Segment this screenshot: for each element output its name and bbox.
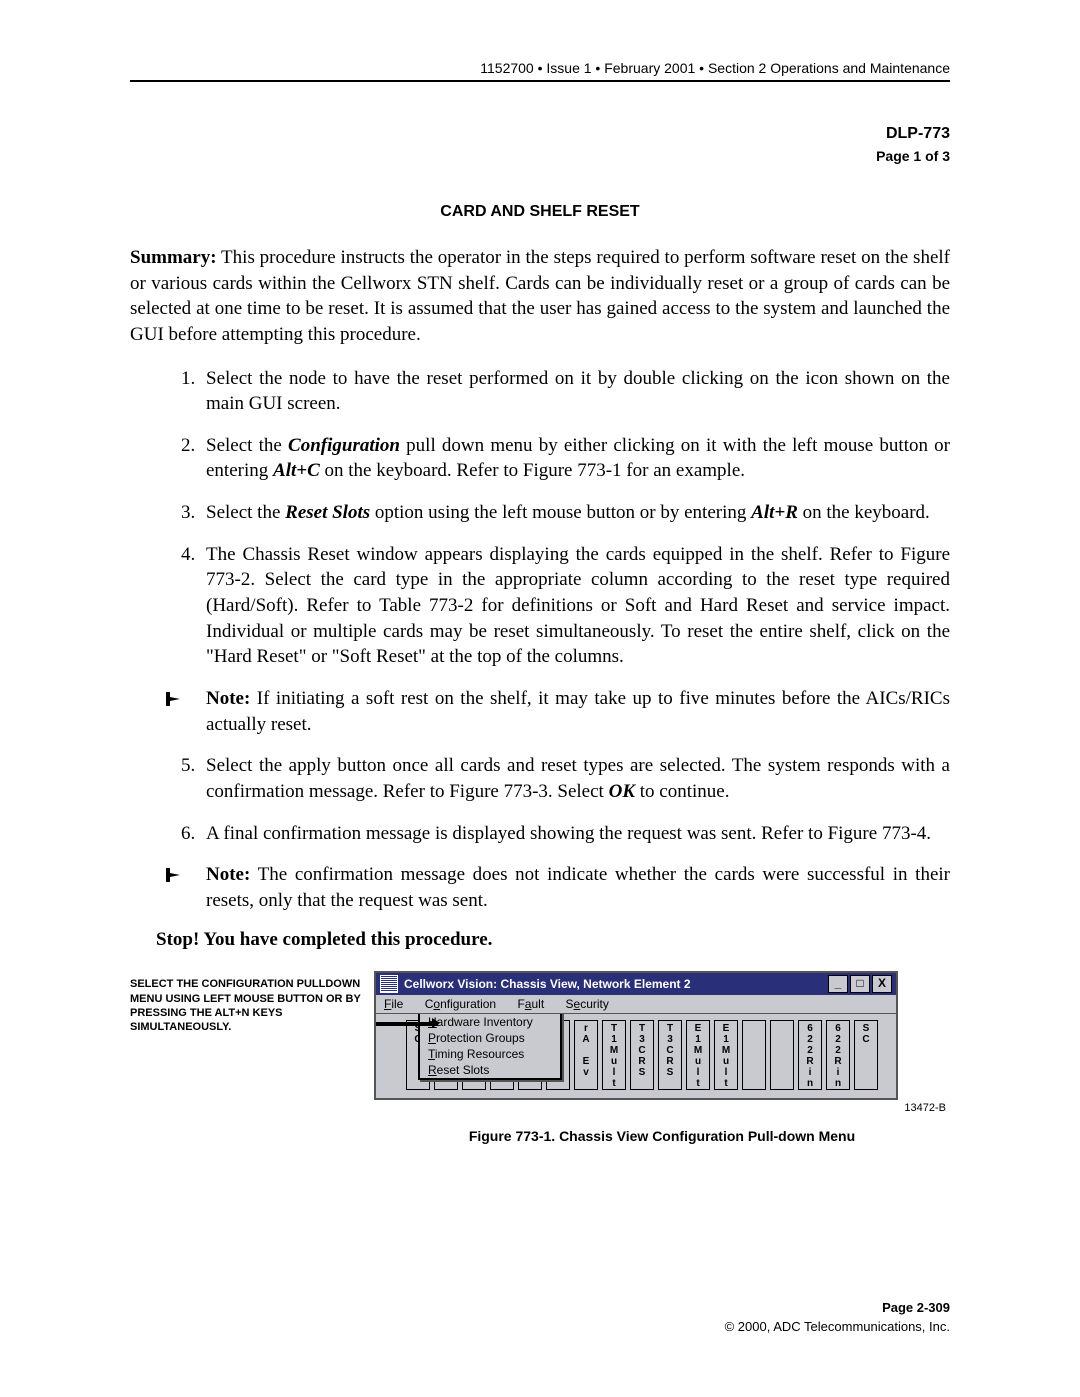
step-3-reset: Reset Slots bbox=[285, 502, 370, 523]
figure-773-1: SELECT THE CONFIGURATION PULLDOWN MENU U… bbox=[130, 971, 950, 1144]
running-header: 1152700 • Issue 1 • February 2001 • Sect… bbox=[130, 60, 950, 82]
step-3-text: Select the bbox=[206, 502, 285, 523]
summary-label: Summary: bbox=[130, 247, 217, 268]
stop-line: Stop! You have completed this procedure. bbox=[156, 929, 950, 951]
figure-caption: Figure 773-1. Chassis View Configuration… bbox=[374, 1128, 950, 1144]
step-2-config: Configuration bbox=[288, 435, 400, 456]
step-2-text: Select the bbox=[206, 435, 288, 456]
menu-bar: File Configuration Fault Security bbox=[376, 995, 896, 1014]
step-3-text2: option using the left mouse button or by… bbox=[370, 502, 751, 523]
chassis-view-window: Cellworx Vision: Chassis View, Network E… bbox=[374, 971, 898, 1100]
slot-card[interactable]: E 1 M u l t i bbox=[686, 1020, 710, 1090]
callout-arrow-icon bbox=[376, 1022, 438, 1026]
step-5-text2: to continue. bbox=[635, 781, 729, 802]
chassis-workarea: S CC M U XX E Jr A E vT 1 M u l t iT 3 C… bbox=[376, 1014, 896, 1098]
summary-text: This procedure instructs the operator in… bbox=[130, 247, 950, 345]
step-6: A final confirmation message is displaye… bbox=[200, 821, 950, 847]
figure-callout: SELECT THE CONFIGURATION PULLDOWN MENU U… bbox=[130, 971, 370, 1034]
slot-card[interactable] bbox=[770, 1020, 794, 1090]
slot-card[interactable]: T 3 C R S bbox=[630, 1020, 654, 1090]
slot-card[interactable]: r A E v bbox=[574, 1020, 598, 1090]
step-1: Select the node to have the reset perfor… bbox=[200, 366, 950, 417]
slot-card[interactable]: 6 2 2 R i n bbox=[798, 1020, 822, 1090]
window-titlebar[interactable]: Cellworx Vision: Chassis View, Network E… bbox=[376, 973, 896, 995]
dropdown-hardware-inventory[interactable]: Hardware Inventory bbox=[420, 1014, 560, 1030]
dlp-block: DLP-773 Page 1 of 3 bbox=[130, 122, 950, 167]
slot-card[interactable]: S C bbox=[854, 1020, 878, 1090]
step-2-text3: on the keyboard. Refer to Figure 773-1 f… bbox=[320, 460, 745, 481]
note-2-text: The confirmation message does not indica… bbox=[206, 864, 950, 911]
slot-card[interactable]: T 3 C R S bbox=[658, 1020, 682, 1090]
footer-page: Page 2-309 bbox=[130, 1299, 950, 1318]
note-2: Note: The confirmation message does not … bbox=[164, 862, 950, 913]
dropdown-reset-slots[interactable]: Reset Slots bbox=[420, 1062, 560, 1078]
step-5: Select the apply button once all cards a… bbox=[200, 753, 950, 804]
step-2: Select the Configuration pull down menu … bbox=[200, 433, 950, 484]
dropdown-timing-resources[interactable]: Timing Resources bbox=[420, 1046, 560, 1062]
note-1: Note: If initiating a soft rest on the s… bbox=[164, 686, 950, 737]
menu-configuration[interactable]: Configuration bbox=[425, 997, 496, 1011]
step-2-shortcut: Alt+C bbox=[273, 460, 320, 481]
minimize-button[interactable]: _ bbox=[828, 975, 848, 993]
window-title: Cellworx Vision: Chassis View, Network E… bbox=[404, 977, 826, 991]
note-1-text: If initiating a soft rest on the shelf, … bbox=[206, 688, 950, 735]
pointer-icon bbox=[164, 866, 192, 884]
figure-id: 13472-B bbox=[374, 1102, 946, 1114]
page-title: CARD AND SHELF RESET bbox=[130, 203, 950, 221]
slot-card[interactable]: E 1 M u l t i bbox=[714, 1020, 738, 1090]
step-4: The Chassis Reset window appears display… bbox=[200, 542, 950, 670]
figure-callout-text: SELECT THE CONFIGURATION PULLDOWN MENU U… bbox=[130, 978, 361, 1033]
note-label: Note: bbox=[206, 864, 250, 885]
pointer-icon bbox=[164, 690, 192, 708]
page-footer: Page 2-309 © 2000, ADC Telecommunication… bbox=[130, 1299, 950, 1337]
steps-list: Select the node to have the reset perfor… bbox=[130, 366, 950, 670]
slot-card[interactable]: 6 2 2 R i n bbox=[826, 1020, 850, 1090]
summary-paragraph: Summary: This procedure instructs the op… bbox=[130, 245, 950, 348]
document-page: 1152700 • Issue 1 • February 2001 • Sect… bbox=[0, 0, 1080, 1397]
step-5-text: Select the apply button once all cards a… bbox=[206, 755, 950, 802]
dlp-number: DLP-773 bbox=[130, 122, 950, 146]
slot-card[interactable] bbox=[742, 1020, 766, 1090]
menu-fault[interactable]: Fault bbox=[517, 997, 544, 1011]
step-3-shortcut: Alt+R bbox=[751, 502, 798, 523]
slot-card[interactable]: T 1 M u l t i bbox=[602, 1020, 626, 1090]
step-5-ok: OK bbox=[609, 781, 635, 802]
close-button[interactable]: X bbox=[872, 975, 892, 993]
step-3: Select the Reset Slots option using the … bbox=[200, 500, 950, 526]
menu-file[interactable]: File bbox=[384, 997, 403, 1011]
dlp-subpage: Page 1 of 3 bbox=[130, 146, 950, 167]
system-menu-icon[interactable] bbox=[380, 975, 398, 993]
step-3-text3: on the keyboard. bbox=[798, 502, 930, 523]
note-label: Note: bbox=[206, 688, 250, 709]
dropdown-protection-groups[interactable]: Protection Groups bbox=[420, 1030, 560, 1046]
steps-list-2: Select the apply button once all cards a… bbox=[130, 753, 950, 846]
footer-copyright: © 2000, ADC Telecommunications, Inc. bbox=[130, 1318, 950, 1337]
menu-security[interactable]: Security bbox=[566, 997, 609, 1011]
maximize-button[interactable]: □ bbox=[850, 975, 870, 993]
configuration-dropdown: Hardware Inventory Protection Groups Tim… bbox=[418, 1014, 562, 1080]
